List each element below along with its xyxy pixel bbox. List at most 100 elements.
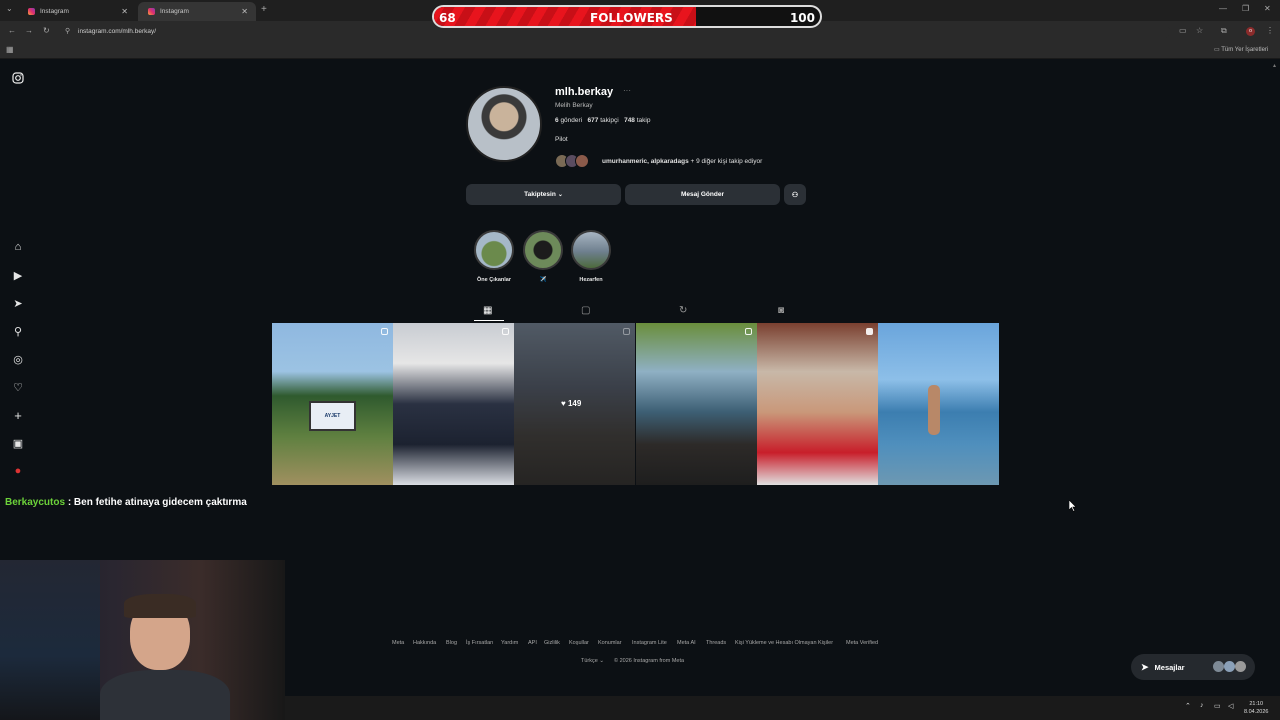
highlight-label-3: Hezarfen [579,277,603,283]
following-label[interactable]: takip [637,117,651,124]
footer-link-blog[interactable]: Blog [446,640,457,646]
highlight-circle-2[interactable] [523,230,563,270]
language-selector[interactable]: Türkçe ⌄ [581,658,604,664]
send-message-button[interactable]: Mesaj Gönder [625,184,780,205]
notifications-heart-icon[interactable]: ♡ [11,380,25,394]
suggested-users-button[interactable]: ⚇ [784,184,806,205]
apps-grid-icon[interactable]: ▦ [6,45,14,54]
close-tab-icon[interactable]: ✕ [121,7,128,16]
microphone-icon[interactable]: ♪ [1200,702,1204,709]
instagram-logo-icon[interactable] [11,71,25,85]
close-tab-icon[interactable]: ✕ [241,7,248,16]
forward-icon[interactable]: → [25,26,33,35]
footer-link-meta[interactable]: Meta [392,640,404,646]
extensions-icon[interactable]: ⧉ [1221,26,1227,36]
profile-stats: 6 gönderi 677 takipçi 748 takip [555,117,650,124]
following-count[interactable]: 748 [624,117,635,124]
followers-label[interactable]: takipçi [600,117,618,124]
footer-link-terms[interactable]: Koşullar [569,640,589,646]
profile-username: mlh.berkay [555,86,614,98]
profile-avatar-icon[interactable]: o [1246,27,1255,36]
footer-link-meta-verified[interactable]: Meta Verified [846,640,878,646]
message-avatar [1235,661,1246,672]
browser-menu-icon[interactable]: ⋮ [1266,26,1274,35]
footer-link-locations[interactable]: Konumlar [598,640,622,646]
all-bookmarks-folder[interactable]: ▭ Tüm Yer İşaretleri [1214,46,1268,53]
profile-avatar[interactable] [466,86,542,162]
footer-link-threads[interactable]: Threads [706,640,726,646]
followed-by-avatars [555,154,599,168]
chevron-down-icon: ⌄ [557,192,563,198]
volume-icon[interactable]: ◁ [1228,702,1233,710]
restore-icon[interactable]: ❐ [1242,4,1249,13]
reels-icon[interactable]: ▶ [11,268,25,282]
back-icon[interactable]: ← [8,26,16,35]
post-tile-2[interactable] [393,323,514,485]
highlight-circle-3[interactable] [571,230,611,270]
reel-icon [866,328,873,335]
bookmark-star-icon[interactable]: ☆ [1196,26,1203,35]
install-app-icon[interactable]: ▭ [1179,26,1187,35]
footer-link-privacy[interactable]: Gizlilik [544,640,560,646]
post-tile-4[interactable] [636,323,757,485]
post-tile-1[interactable]: AYJET [272,323,393,485]
instagram-favicon-icon [28,8,35,15]
clock-date: 8.04.2026 [1244,709,1269,715]
post-tile-3[interactable]: ♥ 149 [514,323,635,485]
tray-chevron-icon[interactable]: ⌃ [1185,702,1191,710]
messages-label: Mesajlar [1154,662,1185,672]
explore-compass-icon[interactable]: ◎ [11,352,25,366]
footer-link-help[interactable]: Yardım [501,640,518,646]
direct-send-icon: ➤ [1141,661,1149,672]
footer-link-api[interactable]: API [528,640,537,646]
dashboard-icon[interactable]: ▣ [11,436,25,450]
more-options-icon[interactable]: ··· [623,86,631,95]
tab-search-icon[interactable]: ⌄ [6,4,13,13]
reels-tab-icon[interactable]: ▢ [581,305,590,316]
carousel-icon [502,328,509,335]
following-button[interactable]: Takiptesin ⌄ [466,184,621,205]
tab-instagram-1[interactable]: Instagram ✕ [18,2,136,21]
posts-label: gönderi [560,117,583,124]
send-message-label: Mesaj Gönder [681,191,724,198]
stream-chat-message: Berkaycutos : Ben fetihe atinaya gidecem… [5,497,247,508]
mouse-cursor-icon [1068,499,1077,517]
clock[interactable]: 21:10 8.04.2026 [1244,700,1268,716]
chat-text: : Ben fetihe atinaya gidecem çaktırma [67,497,247,508]
tagged-tab-icon[interactable]: ◙ [778,305,784,316]
chat-username: Berkaycutos [5,497,66,508]
minimize-icon[interactable]: — [1219,4,1227,13]
followed-by-rest: + 9 diğer kişi takip ediyor [690,158,763,165]
site-info-icon[interactable]: ⚲ [65,27,70,35]
tab-label: Instagram [40,8,69,15]
home-icon[interactable]: ⌂ [11,240,25,254]
reload-icon[interactable]: ↻ [43,26,50,35]
carousel-icon [623,328,630,335]
profile-avatar-icon[interactable]: ● [11,464,25,478]
followed-by-text[interactable]: umurhanmeric, alpkaradags + 9 diğer kişi… [602,158,762,165]
post-tile-5[interactable] [757,323,878,485]
posts-grid-tab-icon[interactable]: ▦ [483,305,492,316]
followers-count[interactable]: 677 [588,117,599,124]
create-plus-icon[interactable]: + [11,408,25,423]
footer-link-about[interactable]: Hakkında [413,640,436,646]
network-icon[interactable]: ▭ [1214,702,1221,710]
page-scrollbar[interactable]: ▴ [1273,62,1277,692]
tab-instagram-2[interactable]: Instagram ✕ [138,2,256,21]
highlight-circle-1[interactable] [474,230,514,270]
messages-button[interactable]: ➤ Mesajlar [1131,654,1255,680]
instagram-favicon-icon [148,8,155,15]
scroll-up-icon[interactable]: ▴ [1273,62,1277,70]
followers-current: 68 [439,11,456,25]
footer-link-jobs[interactable]: İş Fırsatları [466,640,494,646]
footer-link-meta-ai[interactable]: Meta AI [677,640,696,646]
footer-link-contact-uploading[interactable]: Kişi Yükleme ve Hesabı Olmayan Kişiler [735,640,833,646]
reposts-tab-icon[interactable]: ↻ [679,305,687,316]
footer-link-instagram-lite[interactable]: Instagram Lite [632,640,667,646]
search-icon[interactable]: ⚲ [11,324,25,338]
direct-send-icon[interactable]: ➤ [11,296,25,310]
new-tab-icon[interactable]: + [261,4,267,15]
post-tile-6[interactable] [878,323,999,485]
close-window-icon[interactable]: ✕ [1264,4,1271,13]
heart-icon: ♥ [561,399,566,408]
